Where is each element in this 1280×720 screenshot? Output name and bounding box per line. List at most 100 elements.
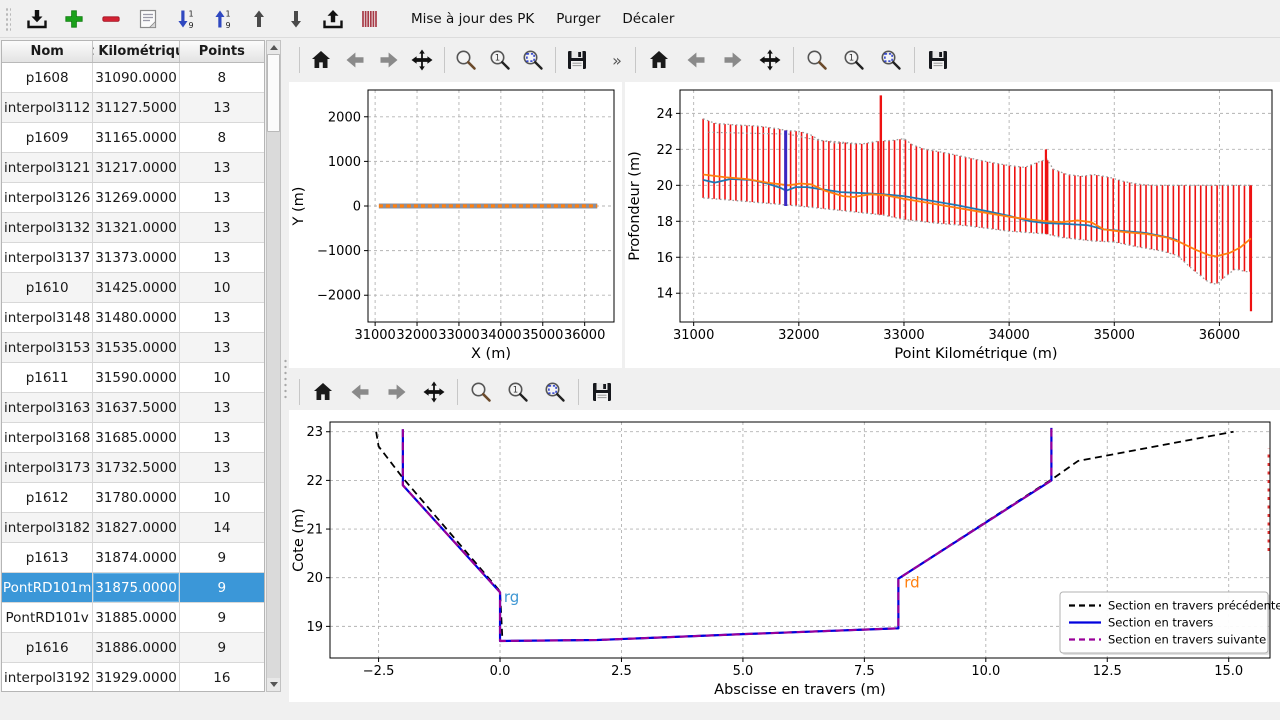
nav-back-button[interactable]	[682, 46, 710, 74]
scrollbar-track[interactable]	[267, 54, 280, 678]
table-row[interactable]: interpol314831480.000013	[2, 303, 264, 333]
pan-icon	[422, 380, 446, 404]
nav-forward-button[interactable]	[376, 46, 401, 74]
longitudinal-profile-plot-canvas[interactable]: 3100032000330003400035000360001416182022…	[625, 82, 1280, 368]
table-cell: 10	[180, 483, 264, 512]
nav-zoom-one-button[interactable]: 1	[504, 378, 532, 406]
table-row[interactable]: PontRD101m31875.00009	[2, 573, 264, 603]
table-row[interactable]: interpol318231827.000014	[2, 513, 264, 543]
nav-save-button[interactable]	[588, 378, 616, 406]
table-scrollbar[interactable]	[266, 40, 281, 692]
table-row[interactable]: interpol319231929.000016	[2, 663, 264, 692]
nav-zoom-one-button[interactable]: 1	[487, 46, 512, 74]
table-cell: PontRD101m	[2, 573, 93, 602]
table-row[interactable]: interpol316331637.500013	[2, 393, 264, 423]
nav-home-button[interactable]	[309, 378, 337, 406]
toolbar-drag-handle[interactable]	[4, 6, 11, 32]
svg-text:1: 1	[513, 386, 518, 396]
nav-save-button[interactable]	[924, 46, 952, 74]
svg-text:18: 18	[656, 215, 673, 230]
nav-zoom-button[interactable]	[467, 378, 495, 406]
svg-text:22: 22	[656, 143, 673, 158]
table-cell: 31425.0000	[93, 273, 179, 302]
back-icon	[348, 380, 372, 404]
svg-text:32000: 32000	[778, 328, 819, 343]
nav-pan-button[interactable]	[410, 46, 435, 74]
svg-text:16: 16	[656, 251, 673, 266]
home-icon	[647, 48, 671, 72]
sections-button[interactable]	[355, 4, 385, 34]
move-down-button[interactable]	[281, 4, 311, 34]
sort-ascending-button[interactable]: 19	[207, 4, 237, 34]
table-cell: p1608	[2, 63, 93, 92]
table-row[interactable]: p160931165.00008	[2, 123, 264, 153]
edit-notes-button[interactable]	[133, 4, 163, 34]
nav-pan-button[interactable]	[756, 46, 784, 74]
scroll-up-button[interactable]	[267, 41, 280, 54]
table-cell: 9	[180, 603, 264, 632]
move-up-button[interactable]	[244, 4, 274, 34]
nav-back-button[interactable]	[343, 46, 368, 74]
nav-home-button[interactable]	[645, 46, 673, 74]
table-cell: 9	[180, 573, 264, 602]
update-pk-button[interactable]: Mise à jour des PK	[402, 5, 543, 33]
nav-zoom-fit-button[interactable]	[521, 46, 546, 74]
sort-descending-button[interactable]: 19	[170, 4, 200, 34]
xy-plot-canvas[interactable]: 310003200033000340003500036000−2000−1000…	[289, 82, 622, 368]
profile-plot-toolbar: 1	[625, 40, 1280, 80]
table-row[interactable]: p161631886.00009	[2, 633, 264, 663]
table-row[interactable]: interpol317331732.500013	[2, 453, 264, 483]
table-row[interactable]: p161031425.000010	[2, 273, 264, 303]
shift-button[interactable]: Décaler	[613, 5, 683, 33]
nav-back-button[interactable]	[346, 378, 374, 406]
table-row[interactable]: p160831090.00008	[2, 63, 264, 93]
remove-profile-button[interactable]	[96, 4, 126, 34]
table-row[interactable]: p161331874.00009	[2, 543, 264, 573]
main-toolbar-text-buttons: Mise à jour des PKPurgerDécaler	[402, 5, 683, 33]
nav-save-button[interactable]	[564, 46, 589, 74]
table-cell: 13	[180, 93, 264, 122]
table-row[interactable]: PontRD101v31885.00009	[2, 603, 264, 633]
series	[703, 95, 1251, 311]
table-row[interactable]: interpol311231127.500013	[2, 93, 264, 123]
column-header-point-kilometrique[interactable]: t Kilométriqu	[93, 41, 179, 62]
nav-zoom-one-button[interactable]: 1	[840, 46, 868, 74]
scrollbar-thumb[interactable]	[267, 54, 280, 132]
column-header-nom[interactable]: Nom	[2, 41, 93, 62]
nav-forward-button[interactable]	[719, 46, 747, 74]
table-row[interactable]: p161131590.000010	[2, 363, 264, 393]
scroll-down-button[interactable]	[267, 678, 280, 691]
svg-text:35000: 35000	[522, 328, 563, 343]
purge-button[interactable]: Purger	[547, 5, 609, 33]
table-cell: PontRD101v	[2, 603, 93, 632]
arrow-down-icon	[284, 7, 308, 31]
add-profile-button[interactable]	[59, 4, 89, 34]
import-button[interactable]	[22, 4, 52, 34]
table-row[interactable]: interpol315331535.000013	[2, 333, 264, 363]
table-cell: 31732.5000	[93, 453, 179, 482]
table-row[interactable]: p161231780.000010	[2, 483, 264, 513]
zoom-one-icon: 1	[842, 48, 866, 72]
table-row[interactable]: interpol312131217.000013	[2, 153, 264, 183]
table-row[interactable]: interpol313731373.000013	[2, 243, 264, 273]
toolbar-overflow-button[interactable]: »	[612, 51, 622, 70]
export-button[interactable]	[318, 4, 348, 34]
nav-zoom-fit-button[interactable]	[541, 378, 569, 406]
nav-pan-button[interactable]	[420, 378, 448, 406]
table-row[interactable]: interpol316831685.000013	[2, 423, 264, 453]
nav-forward-button[interactable]	[383, 378, 411, 406]
table-cell: 31929.0000	[93, 663, 179, 692]
column-header-points[interactable]: Points	[180, 41, 264, 62]
nav-zoom-button[interactable]	[454, 46, 479, 74]
nav-home-button[interactable]	[309, 46, 334, 74]
nav-zoom-button[interactable]	[803, 46, 831, 74]
cross-section-plot-canvas[interactable]: rgrd−2.50.02.55.07.510.012.515.019202122…	[289, 410, 1280, 702]
table-cell: 10	[180, 273, 264, 302]
table-cell: p1609	[2, 123, 93, 152]
svg-text:22: 22	[306, 474, 323, 489]
panel-splitter[interactable]	[281, 38, 289, 720]
nav-zoom-fit-button[interactable]	[877, 46, 905, 74]
table-row[interactable]: interpol313231321.000013	[2, 213, 264, 243]
y-axis-label: Y (m)	[291, 187, 307, 227]
table-row[interactable]: interpol312631269.000013	[2, 183, 264, 213]
